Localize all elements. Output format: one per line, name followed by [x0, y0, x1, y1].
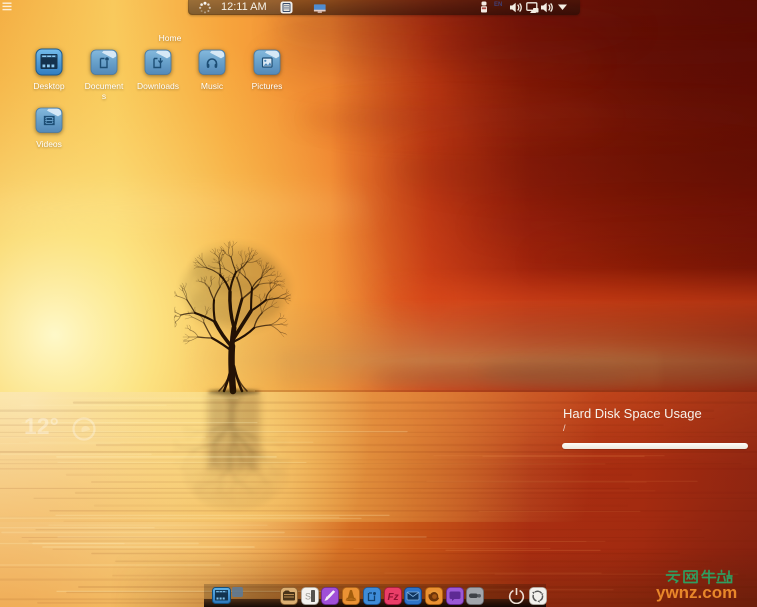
svg-text:Fz: Fz [387, 592, 398, 603]
svg-text:S: S [305, 592, 311, 602]
